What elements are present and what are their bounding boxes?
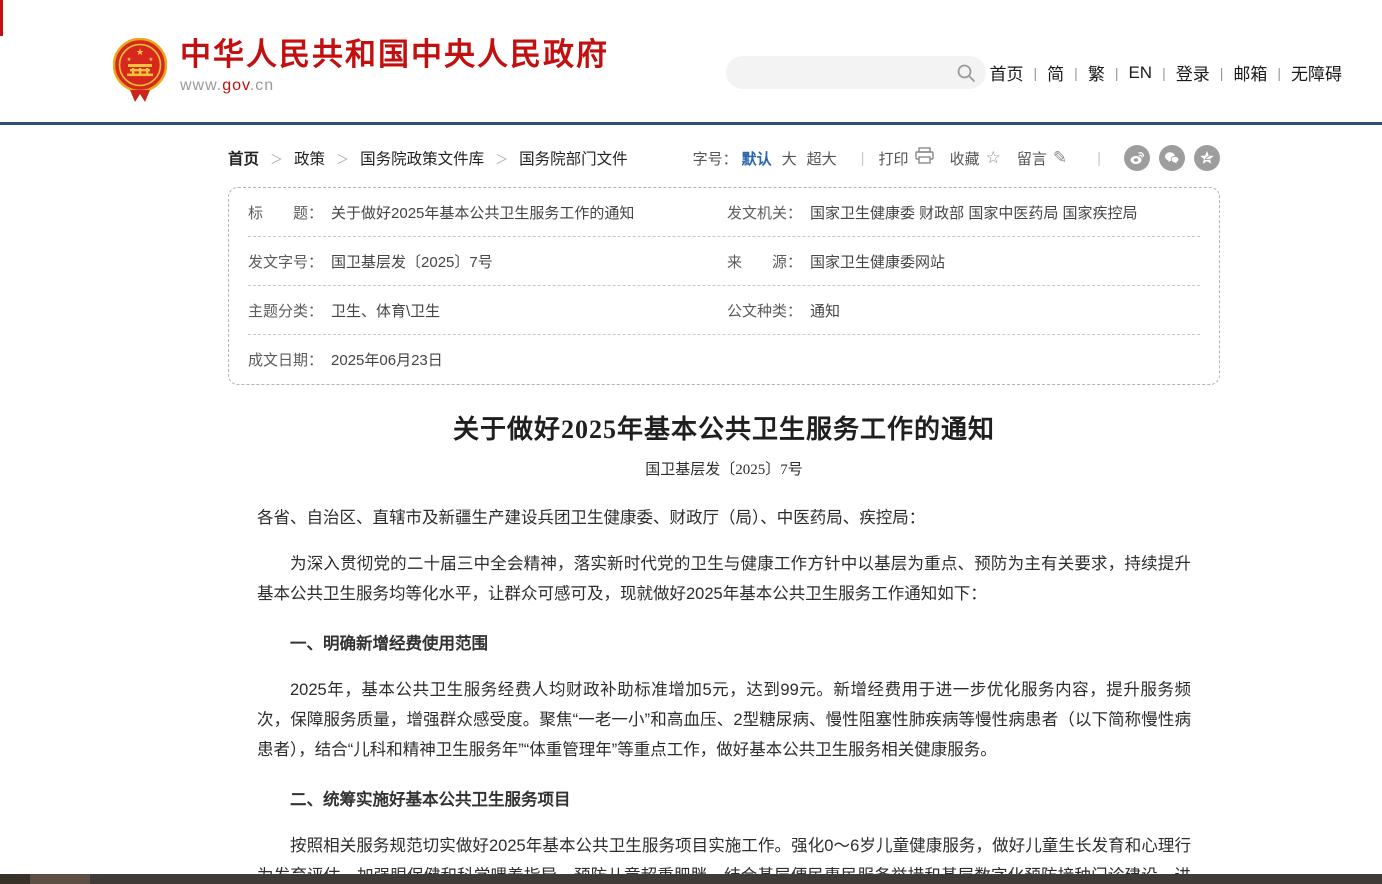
meta-label-source: 来 源： bbox=[727, 251, 802, 272]
nav-login[interactable]: 登录 bbox=[1176, 60, 1210, 85]
top-nav: 首页 | 简 | 繁 | EN | 登录 | 邮箱 | 无障碍 bbox=[990, 60, 1342, 85]
site-header: ★ ★ ★ 中华人民共和国中央人民政府 www.gov.cn 首页 | 简 bbox=[0, 0, 1382, 125]
nav-separator: | bbox=[1162, 65, 1166, 81]
site-title: 中华人民共和国中央人民政府 bbox=[180, 38, 609, 72]
red-corner-tick bbox=[0, 0, 3, 36]
font-size-default-button[interactable]: 默认 bbox=[742, 148, 772, 169]
svg-text:★: ★ bbox=[127, 57, 132, 63]
star-icon: ☆ bbox=[986, 148, 1001, 168]
font-size-large-button[interactable]: 大 bbox=[782, 148, 797, 169]
meta-value-doc-type: 通知 bbox=[810, 300, 840, 321]
article-paragraph: 2025年，基本公共卫生服务经费人均财政补助标准增加5元，达到99元。新增经费用… bbox=[257, 675, 1191, 765]
weibo-icon[interactable] bbox=[1124, 145, 1150, 171]
chevron-right-icon: ＞ bbox=[495, 149, 508, 168]
nav-traditional[interactable]: 繁 bbox=[1088, 60, 1105, 85]
bottom-bar-segment bbox=[30, 874, 90, 884]
svg-text:★: ★ bbox=[149, 57, 154, 63]
search-input[interactable] bbox=[726, 65, 956, 81]
nav-mail[interactable]: 邮箱 bbox=[1233, 60, 1267, 85]
breadcrumb-policy-library[interactable]: 国务院政策文件库 bbox=[360, 147, 484, 169]
chevron-right-icon: ＞ bbox=[270, 149, 283, 168]
meta-value-title: 关于做好2025年基本公共卫生服务工作的通知 bbox=[331, 202, 634, 223]
nav-separator: | bbox=[1277, 65, 1281, 81]
article-salutation: 各省、自治区、直辖市及新疆生产建设兵团卫生健康委、财政厅（局）、中医药局、疾控局… bbox=[257, 503, 1191, 533]
print-label: 打印 bbox=[879, 148, 909, 169]
document-toolbar: 字号： 默认 大 超大 | 打印 收藏 ☆ 留言 bbox=[693, 143, 1220, 173]
meta-value-source: 国家卫生健康委网站 bbox=[810, 251, 945, 272]
meta-value-doc-number: 国卫基层发〔2025〕7号 bbox=[331, 251, 493, 272]
article-doc-number: 国卫基层发〔2025〕7号 bbox=[257, 458, 1191, 479]
favorite-label: 收藏 bbox=[950, 148, 980, 169]
meta-value-date: 2025年06月23日 bbox=[331, 349, 443, 370]
article-title: 关于做好2025年基本公共卫生服务工作的通知 bbox=[257, 409, 1191, 446]
national-emblem-icon: ★ ★ ★ bbox=[113, 38, 167, 104]
nav-simplified[interactable]: 简 bbox=[1047, 60, 1064, 85]
meta-label-doc-type: 公文种类： bbox=[727, 300, 802, 321]
site-logo[interactable]: ★ ★ ★ 中华人民共和国中央人民政府 www.gov.cn bbox=[113, 38, 609, 104]
share-star-icon[interactable] bbox=[1194, 145, 1220, 171]
breadcrumb-department-docs[interactable]: 国务院部门文件 bbox=[519, 147, 628, 169]
meta-label-topic-category: 主题分类： bbox=[248, 300, 323, 321]
nav-accessibility[interactable]: 无障碍 bbox=[1291, 60, 1342, 85]
page-content: 首页 ＞ 政策 ＞ 国务院政策文件库 ＞ 国务院部门文件 字号： 默认 大 超大… bbox=[228, 143, 1220, 884]
nav-separator: | bbox=[1034, 65, 1038, 81]
search-box[interactable] bbox=[726, 56, 986, 89]
svg-text:★: ★ bbox=[136, 47, 144, 57]
search-icon[interactable] bbox=[956, 56, 986, 89]
nav-separator: | bbox=[1220, 65, 1224, 81]
comment-button[interactable]: 留言 ✎ bbox=[1017, 148, 1067, 169]
breadcrumb: 首页 ＞ 政策 ＞ 国务院政策文件库 ＞ 国务院部门文件 bbox=[228, 147, 628, 169]
chevron-right-icon: ＞ bbox=[336, 149, 349, 168]
site-url: www.gov.cn bbox=[180, 77, 609, 95]
wechat-icon[interactable] bbox=[1159, 145, 1185, 171]
nav-separator: | bbox=[1074, 65, 1078, 81]
favorite-button[interactable]: 收藏 ☆ bbox=[950, 148, 1001, 169]
site-url-prefix: www. bbox=[180, 77, 222, 94]
pencil-icon: ✎ bbox=[1053, 148, 1067, 168]
nav-separator: | bbox=[1115, 65, 1119, 81]
breadcrumb-home[interactable]: 首页 bbox=[228, 147, 259, 169]
meta-row: 标 题： 关于做好2025年基本公共卫生服务工作的通知 发文机关： 国家卫生健康… bbox=[248, 188, 1200, 237]
meta-label-date: 成文日期： bbox=[248, 349, 323, 370]
toolbar-separator: | bbox=[1097, 150, 1101, 167]
bottom-bar bbox=[0, 874, 1382, 884]
meta-row: 成文日期： 2025年06月23日 bbox=[248, 335, 1200, 384]
meta-label-title: 标 题： bbox=[248, 202, 323, 223]
font-size-label: 字号： bbox=[693, 148, 738, 169]
meta-row: 发文字号： 国卫基层发〔2025〕7号 来 源： 国家卫生健康委网站 bbox=[248, 237, 1200, 286]
font-size-xlarge-button[interactable]: 超大 bbox=[807, 148, 837, 169]
site-url-suffix: .cn bbox=[250, 77, 274, 94]
meta-label-issuing-agency: 发文机关： bbox=[727, 202, 802, 223]
article-paragraph: 为深入贯彻党的二十届三中全会精神，落实新时代党的卫生与健康工作方针中以基层为重点… bbox=[257, 549, 1191, 609]
meta-value-topic-category: 卫生、体育\卫生 bbox=[331, 300, 440, 321]
toolbar-separator: | bbox=[861, 150, 865, 167]
site-url-mid: gov bbox=[222, 77, 250, 94]
breadcrumb-policy[interactable]: 政策 bbox=[294, 147, 325, 169]
meta-label-doc-number: 发文字号： bbox=[248, 251, 323, 272]
article: 关于做好2025年基本公共卫生服务工作的通知 国卫基层发〔2025〕7号 各省、… bbox=[228, 409, 1220, 884]
nav-home[interactable]: 首页 bbox=[990, 60, 1024, 85]
comment-label: 留言 bbox=[1017, 148, 1047, 169]
meta-value-issuing-agency: 国家卫生健康委 财政部 国家中医药局 国家疾控局 bbox=[810, 202, 1138, 223]
article-section-heading-2: 二、统筹实施好基本公共卫生服务项目 bbox=[257, 785, 1191, 815]
print-button[interactable]: 打印 bbox=[879, 147, 934, 169]
document-meta-table: 标 题： 关于做好2025年基本公共卫生服务工作的通知 发文机关： 国家卫生健康… bbox=[228, 187, 1220, 385]
nav-english[interactable]: EN bbox=[1128, 63, 1152, 83]
meta-row: 主题分类： 卫生、体育\卫生 公文种类： 通知 bbox=[248, 286, 1200, 335]
printer-icon bbox=[915, 147, 934, 169]
article-section-heading-1: 一、明确新增经费使用范围 bbox=[257, 629, 1191, 659]
bottom-bar-segment bbox=[0, 874, 30, 884]
